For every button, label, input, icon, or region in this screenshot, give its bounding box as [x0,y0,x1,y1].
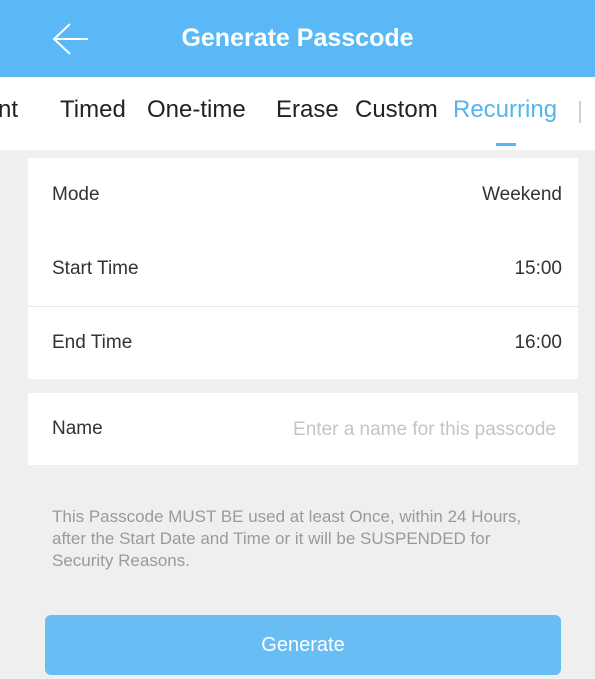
name-input[interactable] [226,415,556,445]
content-area: Mode Weekend Start Time 15:00 End Time 1… [0,150,595,679]
mode-row[interactable]: Mode Weekend [28,158,578,232]
end-time-label: End Time [52,332,133,353]
end-time-row[interactable]: End Time 16:00 [28,306,578,380]
suspension-notice: This Passcode MUST BE used at least Once… [52,507,522,570]
start-time-row[interactable]: Start Time 15:00 [28,232,578,306]
page-title: Generate Passcode [181,24,414,52]
generate-button[interactable]: Generate [45,615,561,675]
name-row: Name [28,393,578,465]
name-label: Name [52,418,103,439]
tab-recurring[interactable]: Recurring [453,95,557,125]
tab-bar: nt Timed One-time Erase Custom Recurring [0,77,595,150]
next-tab-edge[interactable] [579,101,581,123]
mode-label: Mode [52,184,100,205]
tab-timed[interactable]: Timed [60,95,126,125]
name-card: Name [28,393,578,465]
active-tab-indicator [496,143,516,146]
tab-one-time[interactable]: One-time [147,95,246,125]
tab-permanent[interactable]: nt [0,95,18,125]
start-time-value: 15:00 [514,258,562,279]
mode-value: Weekend [482,184,562,205]
tab-custom[interactable]: Custom [355,95,438,125]
end-time-value: 16:00 [514,332,562,353]
tab-erase[interactable]: Erase [276,95,339,125]
app-header: Generate Passcode [0,0,595,77]
schedule-card: Mode Weekend Start Time 15:00 End Time 1… [28,158,578,379]
start-time-label: Start Time [52,258,139,279]
